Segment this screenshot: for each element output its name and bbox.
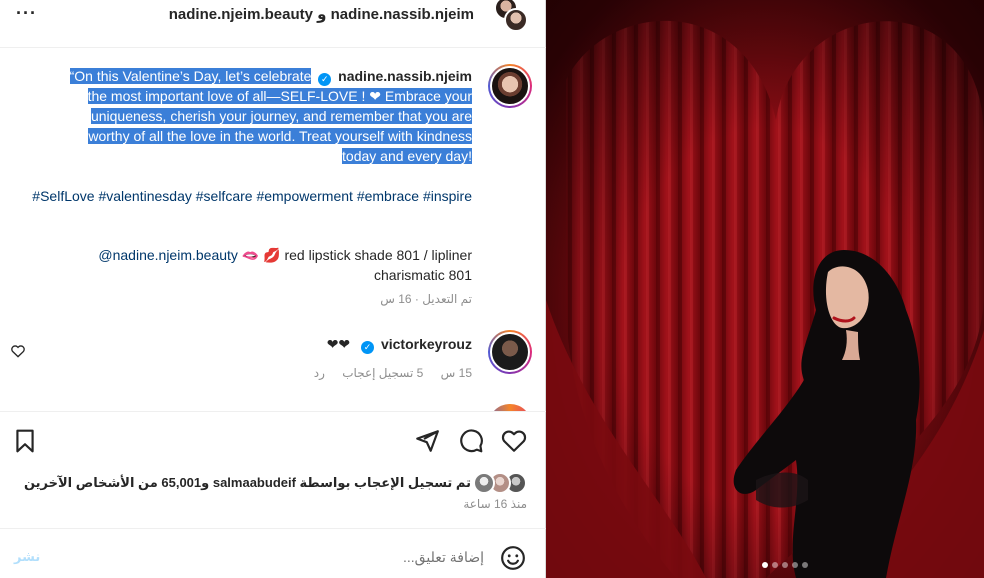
- verified-badge-icon: ✓: [318, 73, 332, 86]
- comment-line: ❤❤ ✓ victorkeyrouz: [327, 336, 472, 354]
- carousel-dot: [802, 562, 808, 568]
- carousel-dot: [782, 562, 788, 568]
- post-header: ··· nadine.nassib.njeim و nadine.njeim.b…: [0, 0, 546, 48]
- add-comment-bar: نشر: [0, 528, 546, 578]
- mention-line: @nadine.njeim.beauty 🫦 💋 red lipstick sh…: [32, 245, 472, 285]
- commenter-avatar[interactable]: [488, 330, 532, 374]
- comment-item: ❤❤ ✓ victorkeyrouz 15 س 5 تسجيل إعجاب رد: [0, 330, 546, 390]
- carousel-dot: [762, 562, 768, 568]
- mention-text: 🫦 💋 red lipstick shade 801 / lipliner ch…: [241, 247, 472, 283]
- reply-button[interactable]: رد: [314, 366, 325, 380]
- comment-username[interactable]: victorkeyrouz: [381, 336, 472, 352]
- edited-timestamp: تم التعديل · 16 س: [380, 292, 472, 306]
- header-title[interactable]: nadine.nassib.njeim و nadine.njeim.beaut…: [169, 5, 474, 23]
- likes-text[interactable]: تم تسجيل الإعجاب بواسطة salmaabudeif و65…: [24, 475, 471, 491]
- post-comment-button[interactable]: نشر: [14, 549, 40, 565]
- emoji-icon[interactable]: [500, 545, 526, 571]
- avatar[interactable]: [504, 8, 528, 32]
- share-send-icon[interactable]: [414, 428, 440, 454]
- comment-like-heart-icon[interactable]: [10, 343, 26, 359]
- caption-line: “On this Valentine’s Day, let’s celebrat…: [69, 68, 312, 84]
- likers-avatars[interactable]: [473, 472, 527, 494]
- comment-icon[interactable]: [458, 428, 484, 454]
- likes-summary[interactable]: تم تسجيل الإعجاب بواسطة salmaabudeif و65…: [24, 471, 527, 495]
- comment-text: ❤❤: [326, 336, 351, 352]
- mention-link[interactable]: @nadine.njeim.beauty: [98, 247, 238, 263]
- post-side-panel: ··· nadine.nassib.njeim و nadine.njeim.b…: [0, 0, 546, 578]
- post-photo: [546, 0, 984, 578]
- comment-time[interactable]: 15 س: [441, 366, 472, 380]
- posted-time[interactable]: منذ 16 ساعة: [463, 497, 527, 511]
- caption-author-avatar[interactable]: [488, 64, 532, 108]
- post-image[interactable]: [546, 0, 984, 578]
- caption-line: worthy of all the love in the world. Tre…: [88, 128, 472, 144]
- save-bookmark-icon[interactable]: [12, 428, 38, 454]
- more-options-button[interactable]: ···: [16, 4, 40, 22]
- hashtags[interactable]: #SelfLove #valentinesday #selfcare #empo…: [32, 186, 472, 206]
- caption-line: the most important love of all—SELF-LOVE…: [87, 88, 472, 104]
- comment-input[interactable]: [84, 545, 484, 569]
- caption-line: uniqueness, cherish your journey, and re…: [90, 108, 472, 124]
- collab-avatars[interactable]: [494, 0, 530, 32]
- avatar: [473, 472, 495, 494]
- carousel-dot: [792, 562, 798, 568]
- comment-likes[interactable]: 5 تسجيل إعجاب: [342, 366, 423, 380]
- like-heart-icon[interactable]: [501, 428, 527, 454]
- verified-badge-icon: ✓: [361, 341, 375, 354]
- caption-username[interactable]: nadine.nassib.njeim: [338, 68, 472, 84]
- carousel-indicator: [762, 562, 808, 568]
- caption-text: “On this Valentine’s Day, let’s celebrat…: [32, 66, 472, 166]
- action-bar: [0, 411, 546, 467]
- caption-line: today and every day!: [342, 148, 472, 164]
- comment-meta: 15 س 5 تسجيل إعجاب رد: [300, 366, 472, 380]
- carousel-dot: [772, 562, 778, 568]
